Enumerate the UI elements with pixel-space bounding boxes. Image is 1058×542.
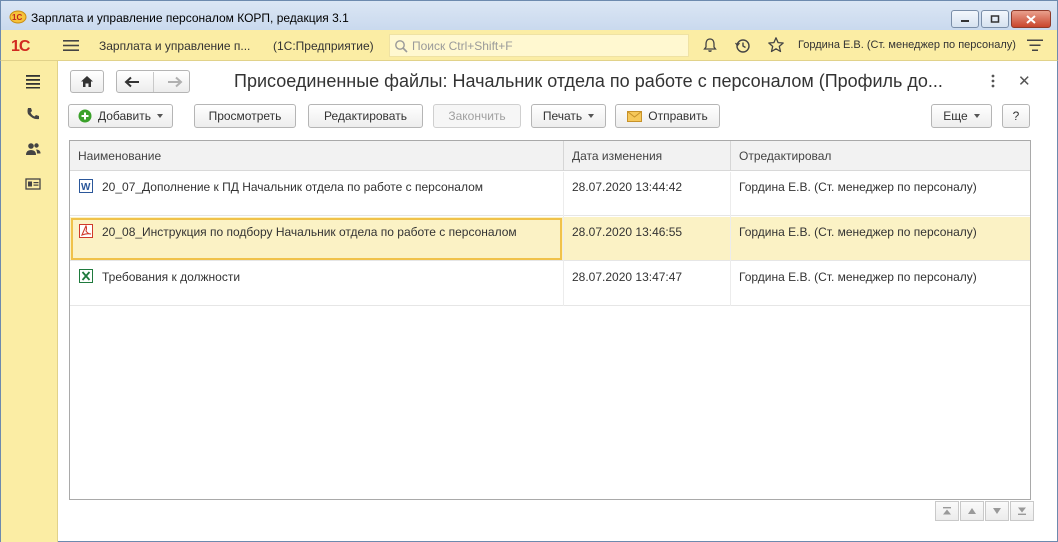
form-close-icon[interactable]: ✕	[1018, 72, 1031, 90]
print-button-label: Печать	[542, 109, 583, 123]
maximize-icon	[990, 15, 1000, 23]
window-titlebar: 1С Зарплата и управление персоналом КОРП…	[0, 0, 1058, 30]
logo-1c: 1С	[11, 38, 30, 55]
first-row-button[interactable]	[935, 501, 959, 521]
plus-circle-icon	[78, 109, 92, 123]
send-button[interactable]: Отправить	[615, 104, 720, 128]
edited-by: Гордина Е.В. (Ст. менеджер по персоналу)	[739, 180, 977, 194]
home-icon	[81, 76, 93, 87]
forward-arrow-icon[interactable]	[167, 76, 183, 88]
more-actions-icon[interactable]	[990, 74, 996, 88]
pdf-file-icon	[79, 224, 93, 238]
svg-text:W: W	[81, 182, 91, 193]
hamburger-menu-icon[interactable]	[63, 39, 79, 52]
finish-editing-button[interactable]: Закончить	[433, 104, 521, 128]
add-button-label: Добавить	[97, 109, 152, 123]
close-icon	[1026, 14, 1036, 24]
column-separator	[563, 141, 564, 171]
view-button[interactable]: Просмотреть	[194, 104, 296, 128]
last-row-button[interactable]	[1010, 501, 1034, 521]
main-menu-icon[interactable]	[25, 73, 41, 89]
column-header-name[interactable]: Наименование	[78, 149, 161, 163]
chevron-up-icon	[968, 508, 976, 514]
table-header: Наименование Дата изменения Отредактиров…	[70, 141, 1030, 171]
minimize-button[interactable]	[951, 10, 979, 28]
sections-panel	[0, 61, 58, 542]
table-navigation	[935, 501, 1034, 521]
chevron-down-icon	[993, 508, 1001, 514]
nav-divider	[152, 71, 154, 92]
prev-row-button[interactable]	[960, 501, 984, 521]
next-row-button[interactable]	[985, 501, 1009, 521]
print-button[interactable]: Печать	[531, 104, 606, 128]
more-button[interactable]: Еще	[931, 104, 992, 128]
chevron-down-icon	[157, 114, 164, 118]
column-header-editor[interactable]: Отредактировал	[739, 149, 831, 163]
edit-button-label: Редактировать	[324, 109, 407, 123]
people-icon[interactable]	[25, 141, 41, 157]
back-arrow-icon[interactable]	[124, 76, 140, 88]
chevron-down-icon	[973, 114, 980, 118]
app-logo-icon: 1С	[9, 10, 27, 24]
file-name: 20_08_Инструкция по подбору Начальник от…	[102, 225, 517, 239]
attached-files-table[interactable]: Наименование Дата изменения Отредактиров…	[69, 140, 1031, 500]
modified-date: 28.07.2020 13:44:42	[572, 180, 683, 194]
id-card-icon[interactable]	[25, 176, 41, 192]
help-button-label: ?	[1012, 109, 1020, 123]
minimize-icon	[961, 20, 969, 22]
window-close-button[interactable]	[1011, 10, 1051, 28]
app-name: Зарплата и управление п...	[99, 39, 251, 53]
word-file-icon: W	[79, 179, 93, 193]
last-page-icon	[1018, 507, 1026, 515]
app-platform: (1С:Предприятие)	[273, 39, 374, 53]
history-icon[interactable]	[734, 37, 751, 54]
table-row-selected[interactable]: 20_08_Инструкция по подбору Начальник от…	[70, 217, 1030, 261]
first-page-icon	[943, 507, 951, 515]
send-button-label: Отправить	[648, 109, 708, 123]
form-area: Присоединенные файлы: Начальник отдела п…	[58, 61, 1058, 542]
maximize-button[interactable]	[981, 10, 1009, 28]
search-icon	[395, 40, 408, 53]
envelope-icon	[627, 110, 643, 122]
column-header-date[interactable]: Дата изменения	[572, 149, 662, 163]
edit-button[interactable]: Редактировать	[308, 104, 423, 128]
svg-text:1С: 1С	[12, 13, 22, 22]
modified-date: 28.07.2020 13:47:47	[572, 270, 683, 284]
view-button-label: Просмотреть	[208, 109, 282, 123]
finish-button-label: Закончить	[448, 109, 506, 123]
home-button[interactable]	[70, 70, 104, 93]
bell-icon[interactable]	[702, 37, 718, 53]
command-bar: Добавить Просмотреть Редактировать Закон…	[68, 104, 1030, 128]
search-placeholder: Поиск Ctrl+Shift+F	[412, 38, 513, 53]
phone-icon[interactable]	[25, 106, 41, 122]
more-button-label: Еще	[943, 109, 968, 123]
excel-file-icon	[79, 269, 93, 283]
help-button[interactable]: ?	[1002, 104, 1030, 128]
file-name: 20_07_Дополнение к ПД Начальник отдела п…	[102, 180, 484, 194]
global-search-input[interactable]: Поиск Ctrl+Shift+F	[389, 34, 689, 57]
edited-by: Гордина Е.В. (Ст. менеджер по персоналу)	[739, 225, 977, 239]
chevron-down-icon	[588, 114, 595, 118]
table-row[interactable]: W 20_07_Дополнение к ПД Начальник отдела…	[70, 172, 1030, 216]
column-separator	[563, 172, 564, 306]
app-toolbar: 1С Зарплата и управление п... (1С:Предпр…	[0, 30, 1058, 61]
current-user[interactable]: Гордина Е.В. (Ст. менеджер по персоналу)	[798, 39, 1016, 51]
table-row[interactable]: Требования к должности 28.07.2020 13:47:…	[70, 262, 1030, 306]
edited-by: Гордина Е.В. (Ст. менеджер по персоналу)	[739, 270, 977, 284]
file-name: Требования к должности	[102, 270, 241, 284]
history-nav	[116, 70, 190, 93]
page-title: Присоединенные файлы: Начальник отдела п…	[234, 71, 943, 91]
settings-menu-icon[interactable]	[1027, 38, 1043, 53]
column-separator	[730, 172, 731, 306]
add-button[interactable]: Добавить	[68, 104, 173, 128]
window-title: Зарплата и управление персоналом КОРП, р…	[31, 11, 349, 25]
modified-date: 28.07.2020 13:46:55	[572, 225, 683, 239]
window-controls	[951, 10, 1051, 28]
column-separator	[730, 141, 731, 171]
favorites-star-icon[interactable]	[767, 36, 785, 54]
